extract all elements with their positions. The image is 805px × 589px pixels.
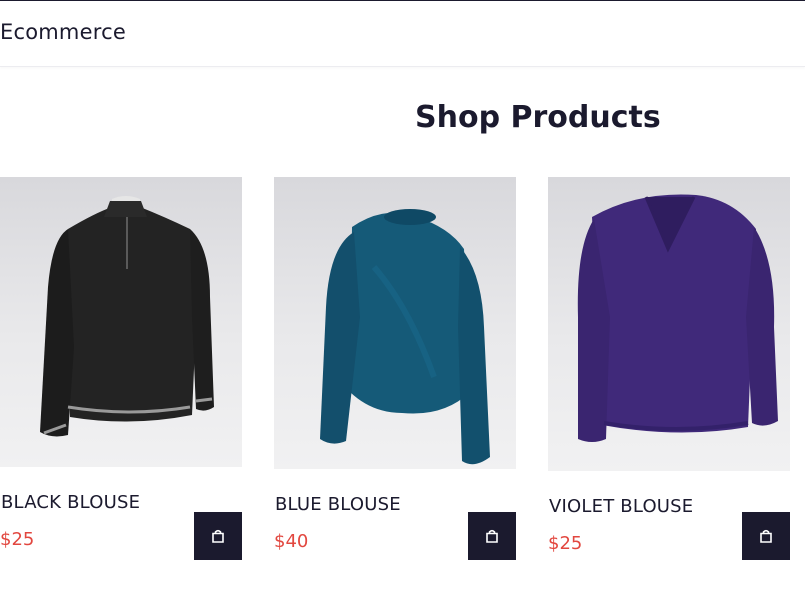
black-blouse-image (40, 196, 214, 437)
blue-blouse-image (320, 209, 490, 465)
product-name[interactable]: BLACK BLOUSE (1, 492, 140, 513)
brand-logo[interactable]: Ecommerce (0, 20, 126, 44)
page-title: Shop Products (415, 100, 661, 135)
product-image[interactable] (274, 177, 516, 469)
product-image[interactable] (548, 177, 790, 471)
page: Ecommerce Shop Products BLACK BLOUSE $25… (0, 0, 805, 589)
add-to-cart-button[interactable] (468, 512, 516, 560)
product-price: $25 (548, 533, 583, 554)
product-card: VIOLET BLOUSE $25 (548, 177, 790, 562)
product-image[interactable] (0, 177, 242, 467)
add-to-cart-button[interactable] (194, 512, 242, 560)
shopping-bag-icon (486, 529, 498, 543)
product-name[interactable]: BLUE BLOUSE (275, 494, 401, 515)
shopping-bag-icon (212, 529, 224, 543)
product-card: BLUE BLOUSE $40 (274, 177, 516, 562)
product-price: $40 (274, 531, 309, 552)
top-navbar: Ecommerce (0, 0, 805, 67)
product-name[interactable]: VIOLET BLOUSE (549, 496, 693, 517)
product-price: $25 (0, 529, 35, 550)
shopping-bag-icon (760, 529, 772, 543)
product-card: BLACK BLOUSE $25 (0, 177, 242, 562)
add-to-cart-button[interactable] (742, 512, 790, 560)
violet-blouse-image (577, 194, 778, 442)
